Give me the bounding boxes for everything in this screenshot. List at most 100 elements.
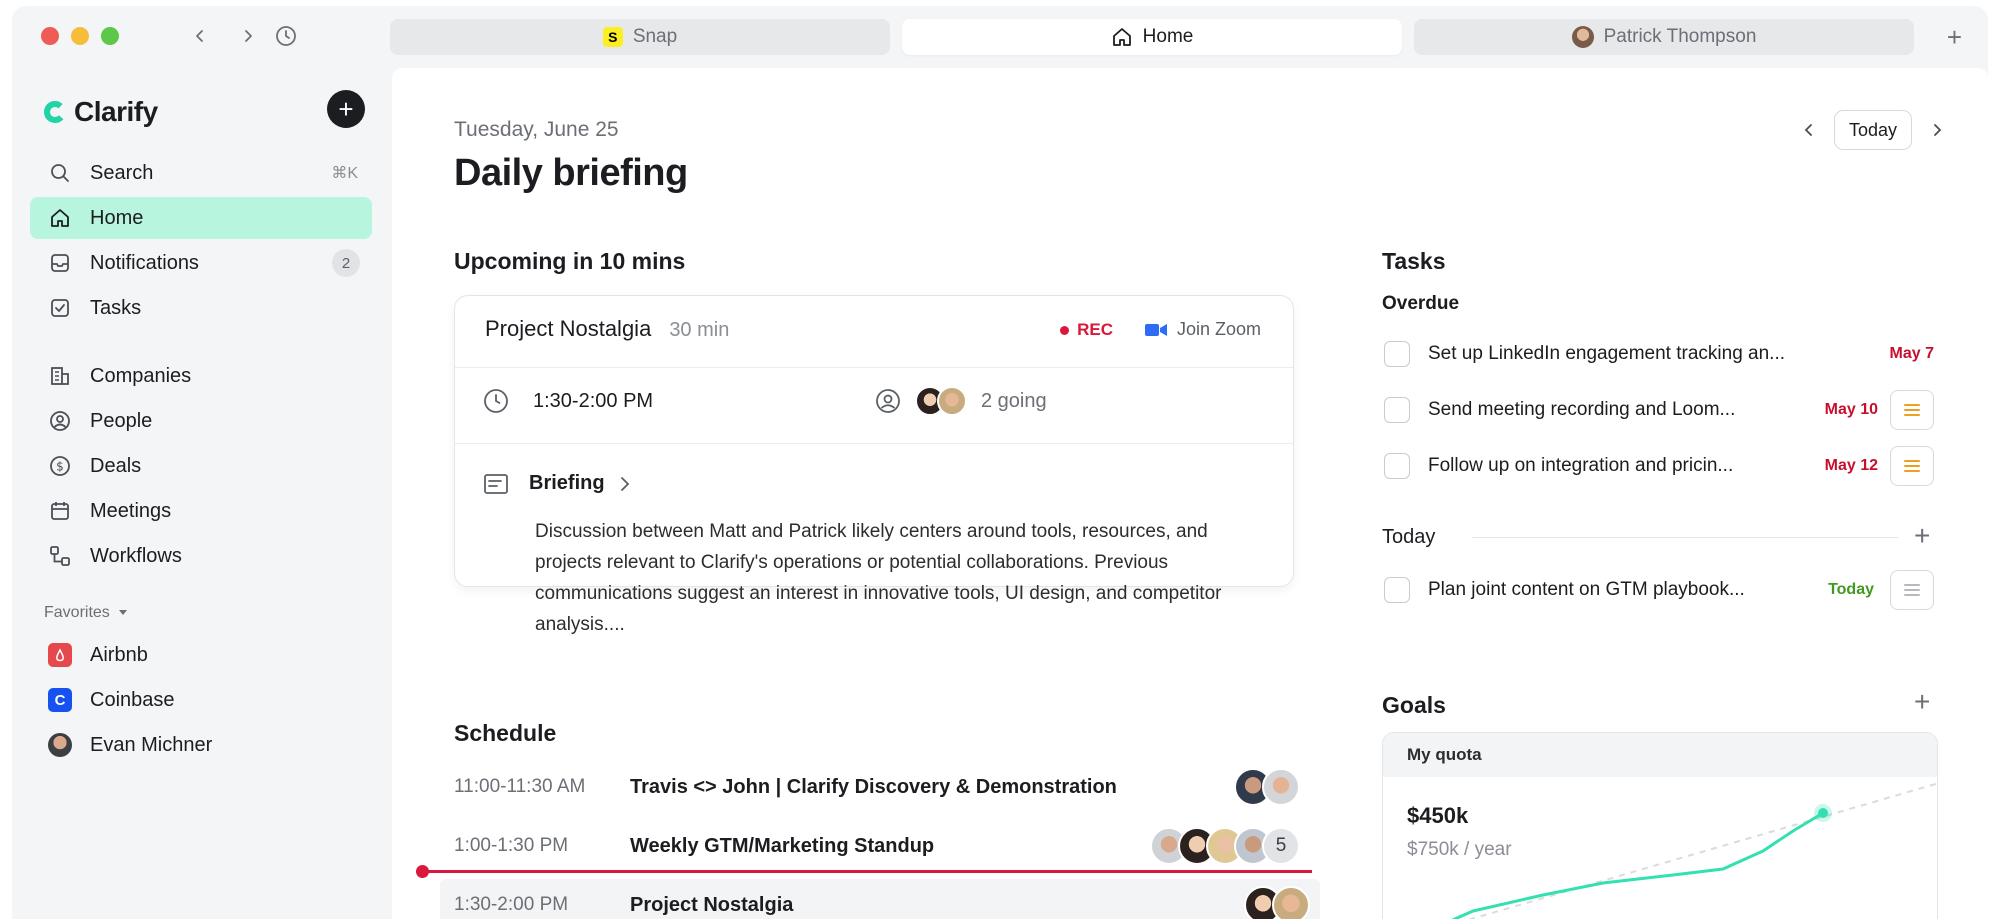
rec-label: REC bbox=[1077, 320, 1113, 339]
chevron-left-icon bbox=[1804, 124, 1812, 136]
calendar-icon bbox=[48, 499, 72, 523]
dollar-circle-icon: $ bbox=[48, 454, 72, 478]
avatar bbox=[48, 733, 72, 757]
sidebar-item-meetings[interactable]: Meetings bbox=[30, 490, 372, 532]
attendees[interactable]: 2 going bbox=[875, 386, 1047, 416]
task-checkbox[interactable] bbox=[1384, 453, 1410, 479]
home-icon bbox=[1112, 28, 1131, 46]
create-new-button[interactable]: + bbox=[327, 90, 365, 128]
sidebar-item-home[interactable]: Home bbox=[30, 197, 372, 239]
today-button[interactable]: Today bbox=[1833, 110, 1912, 150]
priority-button[interactable] bbox=[1890, 446, 1934, 486]
sidebar-item-label: Search bbox=[90, 161, 154, 184]
sidebar-favorite-airbnb[interactable]: Airbnb bbox=[30, 634, 372, 676]
brand[interactable]: Clarify bbox=[42, 96, 158, 128]
previous-day-button[interactable] bbox=[1798, 119, 1820, 141]
priority-button[interactable] bbox=[1890, 570, 1934, 610]
schedule-row-current[interactable]: 1:30-2:00 PM Project Nostalgia bbox=[440, 879, 1320, 919]
priority-medium-icon bbox=[1904, 460, 1920, 472]
schedule-name: Travis <> John | Clarify Discovery & Dem… bbox=[630, 775, 1117, 798]
new-tab-button[interactable]: + bbox=[1947, 24, 1962, 50]
divider bbox=[1472, 537, 1898, 538]
upcoming-heading: Upcoming in 10 mins bbox=[454, 248, 686, 274]
task-label: Set up LinkedIn engagement tracking an..… bbox=[1428, 343, 1786, 364]
schedule-row[interactable]: 11:00-11:30 AM Travis <> John | Clarify … bbox=[430, 761, 1300, 813]
chevron-right-icon bbox=[1934, 124, 1942, 136]
sidebar-favorite-coinbase[interactable]: C Coinbase bbox=[30, 679, 372, 721]
task-item[interactable]: Send meeting recording and Loom... May 1… bbox=[1384, 390, 1934, 430]
favorites-header[interactable]: Favorites bbox=[44, 604, 128, 622]
briefing-link[interactable]: Briefing bbox=[483, 472, 631, 495]
attendee-avatars bbox=[1234, 768, 1300, 806]
brand-name: Clarify bbox=[74, 96, 158, 127]
minimize-window-button[interactable] bbox=[71, 27, 89, 45]
zoom-window-button[interactable] bbox=[101, 27, 119, 45]
task-checkbox[interactable] bbox=[1384, 577, 1410, 603]
snap-logo-icon: S bbox=[602, 27, 623, 47]
join-zoom-label: Join Zoom bbox=[1176, 319, 1261, 339]
task-checkbox[interactable] bbox=[1384, 397, 1410, 423]
document-icon bbox=[484, 473, 508, 494]
task-due-date: May 12 bbox=[1824, 457, 1878, 474]
sidebar-item-companies[interactable]: Companies bbox=[30, 355, 372, 397]
home-icon bbox=[48, 206, 72, 230]
add-task-button[interactable]: + bbox=[1914, 522, 1930, 550]
priority-button[interactable] bbox=[1890, 390, 1934, 430]
inbox-icon bbox=[48, 251, 72, 275]
sidebar-item-tasks[interactable]: Tasks bbox=[30, 287, 372, 329]
avatar bbox=[1272, 886, 1310, 919]
keyboard-shortcut: ⌘K bbox=[331, 165, 358, 182]
main-panel: Tuesday, June 25 Daily briefing Today Up… bbox=[392, 68, 1988, 919]
forward-button[interactable] bbox=[234, 22, 262, 50]
meeting-time: 1:30-2:00 PM bbox=[483, 388, 653, 414]
goal-current-point bbox=[1818, 808, 1828, 818]
tab-patrick-thompson[interactable]: Patrick Thompson bbox=[1414, 19, 1914, 55]
avatar bbox=[1262, 768, 1300, 806]
sidebar-item-label: Evan Michner bbox=[90, 733, 213, 756]
schedule-row[interactable]: 1:00-1:30 PM Weekly GTM/Marketing Standu… bbox=[430, 820, 1300, 872]
task-item[interactable]: Set up LinkedIn engagement tracking an..… bbox=[1384, 334, 1934, 374]
task-due-date: Today bbox=[1828, 581, 1874, 598]
chevron-left-icon bbox=[196, 30, 203, 42]
sidebar-item-label: Workflows bbox=[90, 544, 182, 567]
favorites-label: Favorites bbox=[44, 604, 110, 621]
task-item[interactable]: Follow up on integration and pricin... M… bbox=[1384, 446, 1934, 486]
page-title: Daily briefing bbox=[454, 152, 688, 194]
close-window-button[interactable] bbox=[41, 27, 59, 45]
schedule-time: 1:00-1:30 PM bbox=[454, 835, 569, 856]
attendee-avatars: 5 bbox=[1150, 827, 1300, 865]
priority-medium-icon bbox=[1904, 404, 1920, 416]
record-dot-icon bbox=[1060, 325, 1070, 335]
upcoming-meeting-card[interactable]: Project Nostalgia 30 min REC Join Zoom 1… bbox=[454, 295, 1294, 635]
join-zoom-button[interactable]: Join Zoom bbox=[1144, 319, 1261, 340]
sidebar-item-people[interactable]: People bbox=[30, 400, 372, 442]
airbnb-logo-icon bbox=[48, 643, 72, 667]
meeting-time-label: 1:30-2:00 PM bbox=[533, 389, 654, 412]
sidebar-item-search[interactable]: Search ⌘K bbox=[30, 152, 372, 194]
person-circle-icon bbox=[48, 409, 72, 433]
goal-progress-chart bbox=[1451, 782, 1937, 919]
add-goal-button[interactable]: + bbox=[1914, 688, 1930, 716]
sidebar-item-notifications[interactable]: Notifications 2 bbox=[30, 242, 372, 284]
goal-card[interactable]: My quota $450k $750k / year bbox=[1382, 732, 1938, 919]
priority-none-icon bbox=[1904, 584, 1920, 596]
sidebar-favorite-evan-michner[interactable]: Evan Michner bbox=[30, 724, 372, 766]
task-checkbox[interactable] bbox=[1384, 341, 1410, 367]
sidebar-item-workflows[interactable]: Workflows bbox=[30, 535, 372, 577]
tab-snap[interactable]: S Snap bbox=[390, 19, 890, 55]
building-icon bbox=[48, 364, 72, 388]
task-due-date: May 7 bbox=[1889, 345, 1934, 362]
task-label: Send meeting recording and Loom... bbox=[1428, 399, 1736, 420]
next-day-button[interactable] bbox=[1926, 119, 1948, 141]
briefing-title: Briefing bbox=[529, 472, 631, 495]
task-item[interactable]: Plan joint content on GTM playbook... To… bbox=[1384, 570, 1934, 610]
history-button[interactable] bbox=[272, 22, 300, 50]
titlebar: S Snap Home Patrick Thompson + bbox=[12, 6, 1988, 68]
attendee-avatars bbox=[1244, 886, 1310, 919]
sidebar: Clarify + Search ⌘K Home Notifications 2… bbox=[12, 68, 382, 919]
back-button[interactable] bbox=[186, 22, 214, 50]
briefing-text: Discussion between Matt and Patrick like… bbox=[535, 521, 1222, 635]
tab-home[interactable]: Home bbox=[902, 19, 1402, 55]
sidebar-item-deals[interactable]: $ Deals bbox=[30, 445, 372, 487]
more-attendees-count: 5 bbox=[1262, 827, 1300, 865]
